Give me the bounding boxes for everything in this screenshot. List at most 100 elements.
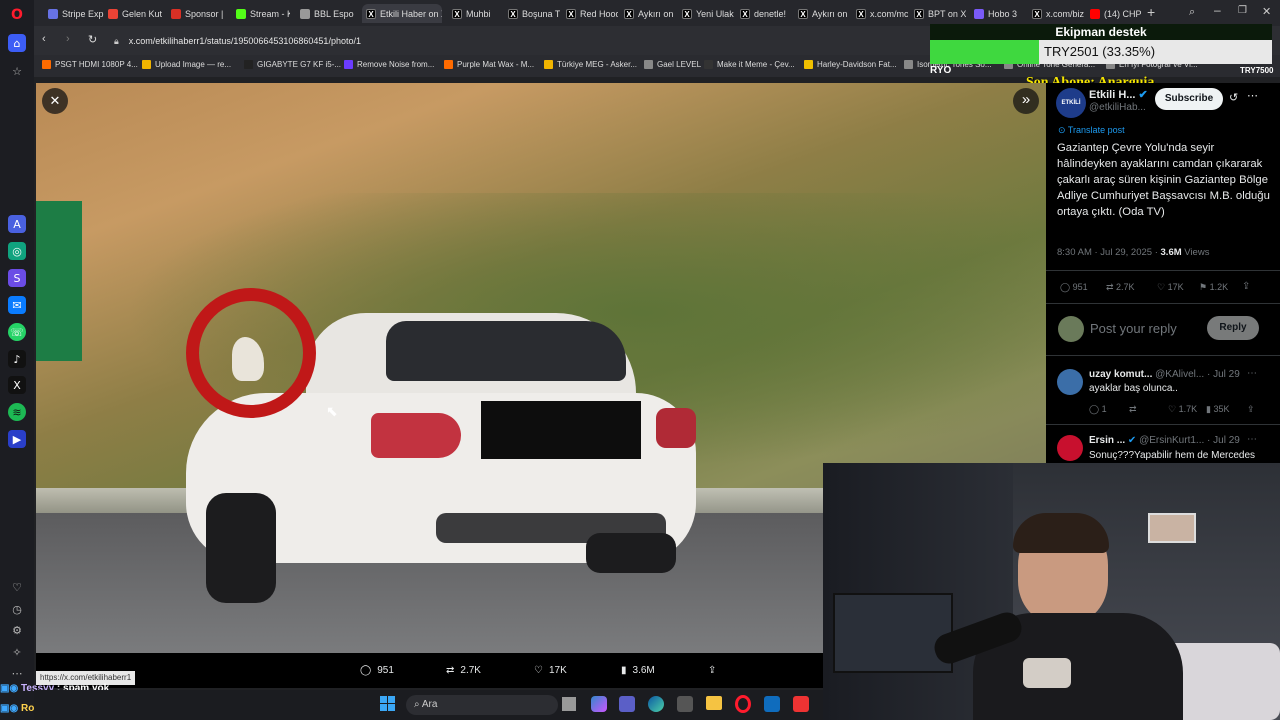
bulb-icon[interactable]: ✧ [8, 643, 26, 661]
repost-action[interactable]: ⇄ 2.7K [446, 665, 481, 676]
tab-12[interactable]: X Aykırı on X [794, 4, 850, 23]
bookmark-item[interactable]: Gael LEVEL [644, 60, 701, 69]
post-reply-stat[interactable]: ◯ 951 [1060, 282, 1088, 293]
opera-taskbar-icon[interactable] [735, 695, 751, 713]
more-options-icon[interactable]: ⋯ [1247, 89, 1258, 102]
minimize-icon[interactable]: – [1214, 3, 1221, 17]
bookmark-item[interactable]: Purple Mat Wax - M... [444, 60, 534, 69]
views-action[interactable]: ▮ 3.6M [621, 665, 655, 676]
post-bookmark-stat[interactable]: ⚑ 1.2K [1199, 282, 1228, 293]
reply-more-icon[interactable]: ⋯ [1247, 368, 1257, 379]
bookmark-item[interactable]: Harley-Davidson Fat... [804, 60, 897, 69]
chatgpt-icon[interactable]: ◎ [8, 242, 26, 260]
tab-label: Boşuna Tü [522, 8, 560, 19]
reply-input[interactable]: Post your reply [1090, 321, 1177, 336]
edge-icon[interactable] [648, 696, 664, 712]
home-icon[interactable]: ⌂ [8, 34, 26, 52]
expand-panel-button[interactable]: » [1013, 88, 1039, 114]
url-field[interactable]: 🔒︎ x.com/etkilihaberr1/status/1950066453… [114, 31, 984, 51]
reply-action[interactable]: ◯ 951 [360, 665, 394, 676]
close-window-icon[interactable]: ✕ [1262, 5, 1271, 18]
bookmark-label: Harley-Davidson Fat... [817, 60, 897, 69]
reply-share-icon[interactable]: ⇪ [1247, 404, 1255, 415]
wps-icon[interactable] [793, 696, 809, 712]
aria-icon[interactable]: A [8, 215, 26, 233]
post-share-icon[interactable]: ⇪ [1242, 281, 1250, 292]
copilot-icon[interactable] [591, 696, 607, 712]
new-tab-button[interactable]: + [1147, 4, 1155, 20]
tab-15[interactable]: Hobo 3 [970, 4, 1026, 23]
player-icon[interactable]: ▶ [8, 430, 26, 448]
cs-icon[interactable]: S [8, 269, 26, 287]
bookmark-item[interactable]: GIGABYTE G7 KF i5-... [244, 60, 341, 69]
tab-10[interactable]: X Yeni Ulak [678, 4, 734, 23]
heart-icon[interactable]: ♡ [8, 578, 26, 596]
stripe-icon [48, 8, 58, 19]
outlook-icon[interactable] [764, 696, 780, 712]
tab-2[interactable]: Sponsor | [167, 4, 227, 23]
settings-icon[interactable]: ⚙ [8, 621, 26, 639]
tab-17[interactable]: (14) CHP [1086, 4, 1146, 23]
bookmark-label: Upload Image — re... [155, 60, 232, 69]
bookmark-item[interactable]: Upload Image — re... [142, 60, 231, 69]
tab-16[interactable]: Xx.com/biz [1028, 4, 1084, 23]
reply-reply-stat[interactable]: ◯ 1 [1089, 404, 1107, 415]
grok-icon[interactable]: ↺ [1229, 91, 1238, 104]
tiktok-icon[interactable]: ♪ [8, 350, 26, 368]
tab-0[interactable]: Stripe Expr [44, 4, 104, 23]
tab-3[interactable]: Stream - K [232, 4, 290, 23]
tab-9[interactable]: X Aykırı on X [620, 4, 676, 23]
tab-11[interactable]: Xdenetle! [736, 4, 792, 23]
tab-14[interactable]: X BPT on X [910, 4, 966, 23]
close-photo-button[interactable]: ✕ [42, 88, 68, 114]
reply-repost-icon[interactable]: ⇄ [1129, 404, 1137, 415]
account-avatar[interactable]: ETKİLİ [1056, 88, 1086, 118]
forward-icon[interactable]: › [66, 33, 70, 45]
post-like-stat[interactable]: ♡ 17K [1157, 282, 1184, 293]
reply-button[interactable]: Reply [1207, 316, 1259, 340]
more-icon[interactable]: ⋯ [8, 664, 26, 682]
reply-like-stat[interactable]: ♡ 1.7K [1168, 404, 1197, 415]
messenger-icon[interactable]: ✉ [8, 296, 26, 314]
teams-icon[interactable] [619, 696, 635, 712]
x-app-icon[interactable]: X [8, 376, 26, 394]
maximize-icon[interactable]: ❐ [1238, 5, 1247, 16]
translate-link[interactable]: ⊙ Translate post [1058, 125, 1125, 136]
like-action[interactable]: ♡ 17K [534, 665, 567, 676]
reply-avatar[interactable] [1057, 369, 1083, 395]
k-icon [236, 8, 246, 19]
store-icon[interactable] [677, 696, 693, 712]
tab-5[interactable]: X Etkili Haber on X [362, 4, 442, 23]
reply-views-stat[interactable]: ▮ 35K [1206, 404, 1229, 415]
tab-label: Muhbi [466, 8, 491, 19]
subscribe-button[interactable]: Subscribe [1155, 88, 1223, 110]
star-icon[interactable]: ☆ [8, 62, 26, 80]
reply-icon: ◯ [360, 665, 372, 676]
bookmark-item[interactable]: Make it Meme - Çev... [704, 60, 795, 69]
tab-1[interactable]: Gelen Kutu [104, 4, 162, 23]
whatsapp-icon[interactable]: ☏ [8, 323, 26, 341]
tab-13[interactable]: Xx.com/mc [852, 4, 908, 23]
account-name[interactable]: Etkili H... ✔ [1089, 88, 1148, 101]
explorer-icon[interactable] [706, 696, 722, 710]
tab-4[interactable]: BBL Espor [296, 4, 354, 23]
taskbar-search[interactable]: ⌕ Ara [406, 695, 558, 715]
task-view-icon[interactable] [562, 697, 576, 711]
bookmark-item[interactable]: PSGT HDMI 1080P 4... [42, 60, 138, 69]
opera-logo-icon[interactable]: O [8, 6, 26, 24]
reply-more-icon[interactable]: ⋯ [1247, 434, 1257, 445]
share-action[interactable]: ⇪ [708, 665, 716, 676]
tab-7[interactable]: X Boşuna Tü [504, 4, 560, 23]
search-tabs-icon[interactable]: ⌕ [1189, 6, 1195, 19]
history-icon[interactable]: ◷ [8, 600, 26, 618]
tab-8[interactable]: X Red Hood [562, 4, 618, 23]
tab-6[interactable]: X Muhbi [448, 4, 498, 23]
bookmark-item[interactable]: Türkiye MEG - Asker... [544, 60, 637, 69]
spotify-icon[interactable]: ≋ [8, 403, 26, 421]
reload-icon[interactable]: ↻ [88, 33, 97, 46]
bookmark-item[interactable]: Remove Noise from... [344, 60, 434, 69]
post-repost-stat[interactable]: ⇄ 2.7K [1106, 282, 1135, 293]
windows-start-icon[interactable] [380, 696, 396, 712]
back-icon[interactable]: ‹ [42, 33, 46, 45]
reply-avatar[interactable] [1057, 435, 1083, 461]
